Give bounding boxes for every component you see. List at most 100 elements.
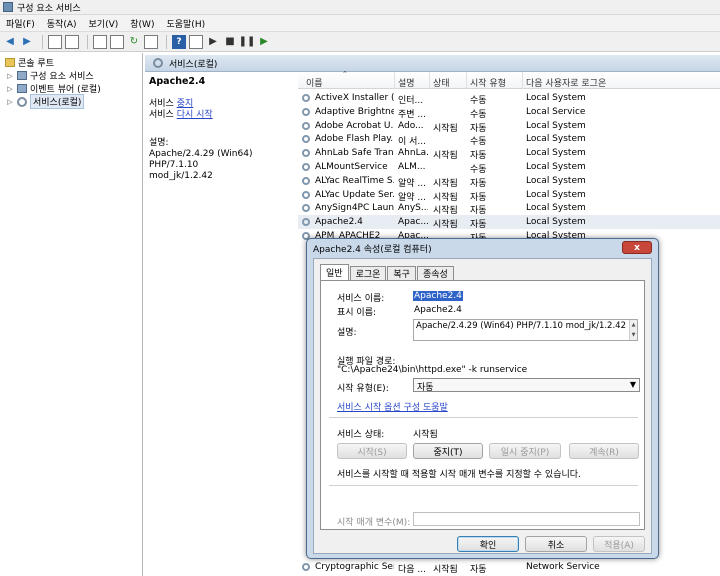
table-row[interactable]: AhnLab Safe Tran...AhnLa...시작됨자동Local Sy… bbox=[298, 146, 720, 161]
column-header-description[interactable]: 설명 bbox=[398, 76, 415, 89]
divider bbox=[329, 417, 638, 418]
table-row[interactable]: Apache2.4 Apac... 시작됨 자동 Local System bbox=[298, 215, 720, 230]
cell-logon-as: Local System bbox=[526, 134, 586, 145]
menu-help[interactable]: 도움말(H) bbox=[166, 17, 205, 30]
cell-name: ALMountService bbox=[315, 162, 388, 172]
dialog-tabs: 일반 로그온 복구 종속성 bbox=[320, 264, 455, 280]
table-row[interactable]: ALYac Update Ser... 알약 ... 시작됨 자동 Local Syst… bbox=[298, 188, 720, 203]
service-gear-icon bbox=[302, 107, 310, 116]
menu-action[interactable]: 동작(A) bbox=[47, 17, 77, 30]
restart-service-link[interactable]: 다시 시작 bbox=[177, 110, 213, 120]
service-gear-icon bbox=[302, 121, 310, 130]
expand-arrow-icon[interactable]: ▷ bbox=[6, 72, 14, 80]
service-description-pane: Apache2.4 서비스 중지 서비스 다시 시작 설명: Apache/2.… bbox=[149, 76, 299, 182]
column-divider[interactable] bbox=[466, 72, 467, 89]
description-field[interactable]: Apache/2.4.29 (Win64) PHP/7.1.10 mod_jk/… bbox=[413, 319, 638, 341]
back-arrow-icon[interactable]: ◀ bbox=[3, 35, 17, 49]
menu-window[interactable]: 창(W) bbox=[130, 17, 154, 30]
table-row[interactable]: ALYac RealTime S... 알약 ... 시작됨 자동 Local Syst… bbox=[298, 174, 720, 189]
exe-path-value[interactable]: "C:\Apache24\bin\httpd.exe" -k runservic… bbox=[337, 365, 527, 375]
table-row[interactable]: Adaptive Brightness주변 ...수동Local Service bbox=[298, 105, 720, 120]
toolbar-separator bbox=[87, 34, 88, 49]
properties-icon[interactable] bbox=[93, 34, 107, 49]
cell-name: Adobe Acrobat U... bbox=[315, 120, 394, 131]
description-text-line2: mod_jk/1.2.42 bbox=[149, 171, 213, 181]
column-divider[interactable] bbox=[429, 72, 430, 89]
properties-dialog: Apache2.4 속성(로컬 컴퓨터) x 일반 로그온 복구 종속성 서비스… bbox=[306, 238, 659, 559]
tree-item-services-local[interactable]: ▷ 서비스(로컬) bbox=[6, 94, 85, 109]
details-view-icon[interactable] bbox=[189, 34, 203, 49]
description-text-line1: Apache/2.4.29 (Win64) PHP/7.1.10 bbox=[149, 149, 253, 170]
description-scrollbar[interactable]: ▲ ▼ bbox=[629, 320, 637, 340]
tab-dependencies[interactable]: 종속성 bbox=[416, 266, 454, 280]
column-header-name[interactable]: 이름 bbox=[306, 76, 323, 89]
service-gear-icon bbox=[302, 563, 310, 571]
tree-item-component-services[interactable]: ▷ 구성 요소 서비스 bbox=[6, 69, 94, 82]
startup-type-label: 시작 유형(E): bbox=[337, 384, 389, 394]
tab-general[interactable]: 일반 bbox=[320, 264, 349, 280]
table-row[interactable]: AnySign4PC Laun... AnyS... 시작됨 자동 Local Syst… bbox=[298, 201, 720, 216]
cell-logon-as: Local System bbox=[526, 93, 586, 103]
cell-startup-type: 자동 bbox=[470, 565, 487, 575]
cell-logon-as: Local System bbox=[526, 162, 586, 172]
restart-line: 서비스 다시 시작 bbox=[149, 110, 299, 121]
column-header-logon-as[interactable]: 다음 사용자로 로그온 bbox=[526, 76, 606, 89]
cell-logon-as: Local System bbox=[526, 120, 586, 131]
ok-button[interactable]: 확인 bbox=[457, 536, 519, 552]
app-icon bbox=[3, 2, 13, 12]
start-service-icon[interactable]: ▶ bbox=[206, 35, 220, 49]
service-gear-icon bbox=[302, 94, 310, 102]
gear-icon bbox=[17, 96, 27, 107]
window-title: 구성 요소 서비스 bbox=[17, 3, 81, 14]
tree-item-label: 서비스(로컬) bbox=[30, 94, 85, 109]
export-list-icon[interactable] bbox=[144, 34, 158, 49]
cell-logon-as: Local System bbox=[526, 148, 586, 159]
pause-button[interactable]: 일시 중지(P) bbox=[489, 443, 561, 459]
list-icon[interactable] bbox=[110, 34, 124, 49]
expand-arrow-icon[interactable]: ▷ bbox=[6, 85, 14, 93]
column-divider[interactable] bbox=[394, 72, 395, 89]
table-row[interactable]: Cryptographic Ser... 다음 ... 시작됨 자동 Netwo… bbox=[298, 560, 720, 575]
restart-service-icon[interactable]: ▶ bbox=[257, 35, 271, 49]
startup-type-select[interactable]: 자동 ▼ bbox=[413, 378, 640, 393]
title-bar: 구성 요소 서비스 bbox=[0, 0, 720, 15]
selected-service-name: Apache2.4 bbox=[149, 76, 206, 87]
cell-logon-as: Local Service bbox=[526, 106, 586, 117]
tab-recovery[interactable]: 복구 bbox=[387, 266, 416, 280]
pause-service-icon[interactable]: ❚❚ bbox=[239, 35, 256, 49]
resume-button[interactable]: 계속(R) bbox=[569, 443, 639, 459]
start-parameters-label: 시작 매개 변수(M): bbox=[337, 518, 411, 528]
stop-button[interactable]: 중지(T) bbox=[413, 443, 483, 459]
menu-file[interactable]: 파일(F) bbox=[6, 17, 35, 30]
start-parameters-input[interactable] bbox=[413, 512, 640, 526]
up-folder-icon[interactable] bbox=[48, 34, 62, 49]
forward-arrow-icon[interactable]: ▶ bbox=[20, 35, 34, 49]
component-services-icon bbox=[17, 71, 27, 80]
table-row[interactable]: Adobe Flash Play... 이 서... 수동 Local System bbox=[298, 132, 720, 147]
startup-options-help-link[interactable]: 서비스 시작 옵션 구성 도움말 bbox=[337, 400, 448, 413]
apply-button[interactable]: 적용(A) bbox=[593, 536, 645, 552]
tree-item-console-root[interactable]: 콘솔 루트 bbox=[2, 56, 54, 69]
event-viewer-icon bbox=[17, 84, 27, 93]
gear-icon bbox=[153, 58, 163, 68]
tab-logon[interactable]: 로그온 bbox=[349, 266, 387, 280]
table-row[interactable]: Adobe Acrobat U... Ado... 시작됨 자동 Local Syste… bbox=[298, 119, 720, 134]
column-header-status[interactable]: 상태 bbox=[433, 76, 450, 89]
show-hide-tree-icon[interactable] bbox=[65, 34, 79, 49]
stop-service-icon[interactable]: ■ bbox=[223, 35, 237, 49]
expand-arrow-icon[interactable]: ▷ bbox=[6, 98, 14, 106]
service-name-value[interactable]: Apache2.4 bbox=[413, 291, 463, 301]
start-button[interactable]: 시작(S) bbox=[337, 443, 407, 459]
table-row[interactable]: ALMountService ALM... 수동 Local System bbox=[298, 160, 720, 175]
refresh-icon[interactable]: ↻ bbox=[127, 35, 141, 49]
help-icon[interactable]: ? bbox=[172, 34, 186, 49]
service-gear-icon bbox=[302, 135, 310, 144]
stop-service-link[interactable]: 중지 bbox=[177, 99, 194, 109]
column-header-startup-type[interactable]: 시작 유형 bbox=[470, 76, 506, 89]
cell-name: AhnLab Safe Tran... bbox=[315, 148, 394, 159]
close-button[interactable]: x bbox=[622, 241, 652, 254]
column-divider[interactable] bbox=[522, 72, 523, 89]
table-row[interactable]: ActiveX Installer (...인터...수동Local Syste… bbox=[298, 91, 720, 106]
menu-view[interactable]: 보기(V) bbox=[89, 17, 119, 30]
cancel-button[interactable]: 취소 bbox=[525, 536, 587, 552]
